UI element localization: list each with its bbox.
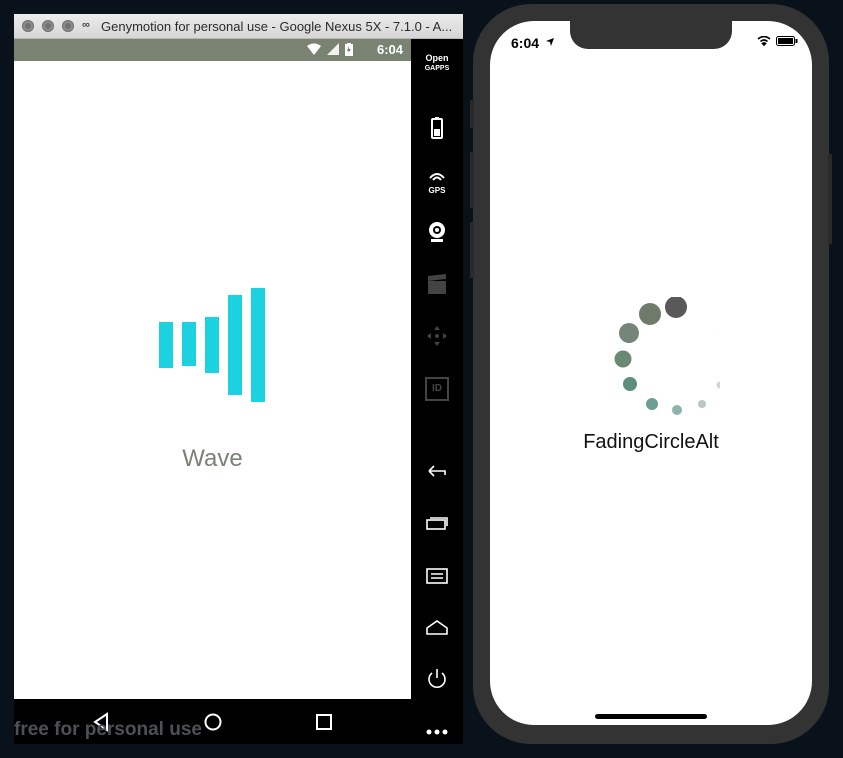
ios-wifi-icon	[757, 36, 771, 46]
genymotion-window: ∞ Genymotion for personal use - Google N…	[14, 14, 463, 744]
device-id-icon: ID	[425, 377, 449, 401]
wave-bar	[182, 322, 196, 366]
wifi-icon	[307, 43, 321, 55]
iphone-simulator: 6:04 FadingCircleAlt	[470, 4, 832, 744]
volume-down-button	[470, 222, 474, 278]
home-button-icon[interactable]	[425, 615, 449, 639]
window-title: Genymotion for personal use - Google Nex…	[101, 19, 453, 34]
menu-icon[interactable]	[425, 564, 449, 588]
spinner-dot	[639, 303, 661, 325]
spinner-dot	[623, 377, 637, 391]
battery-icon	[345, 43, 353, 56]
spinner-dot	[619, 323, 639, 343]
gps-label: GPS	[428, 186, 446, 195]
more-options-icon[interactable]	[425, 720, 449, 744]
spinner-dot	[698, 400, 706, 408]
recents-icon[interactable]	[313, 711, 335, 733]
spinner-name-label: FadingCircleAlt	[583, 431, 719, 453]
volume-up-button	[470, 152, 474, 208]
opengapps-sublabel: GAPPS	[424, 65, 450, 72]
wave-bar	[251, 288, 265, 402]
gps-signal-icon	[429, 173, 445, 181]
power-icon[interactable]	[425, 667, 449, 691]
dpad-icon	[427, 326, 447, 346]
zoom-window-button[interactable]	[62, 20, 74, 32]
genymotion-logo-icon: ∞	[82, 19, 90, 31]
spinner-dot	[665, 297, 687, 318]
spinner-dot	[719, 333, 720, 337]
android-screen: 6:04 Wave	[14, 39, 411, 699]
webcam-icon[interactable]	[425, 220, 449, 244]
screencast-icon	[428, 274, 446, 294]
minimize-window-button[interactable]	[42, 20, 54, 32]
ios-screen: 6:04 FadingCircleAlt	[490, 21, 812, 725]
opengapps-button[interactable]: Open GAPPS	[419, 54, 455, 73]
back-button-icon[interactable]	[425, 459, 449, 483]
spinner-dot	[646, 398, 658, 410]
mute-switch	[470, 100, 474, 128]
spinner-dot	[672, 405, 682, 415]
spinner-dot	[716, 381, 720, 389]
watermark: free for personal use	[14, 719, 202, 740]
gps-widget-button[interactable]: GPS	[425, 169, 449, 197]
notch	[570, 21, 732, 49]
wave-bar	[159, 322, 173, 368]
ios-status-time: 6:04	[511, 35, 540, 51]
cell-signal-icon	[327, 43, 339, 55]
location-arrow-icon	[546, 38, 554, 46]
window-titlebar[interactable]: ∞ Genymotion for personal use - Google N…	[14, 14, 463, 39]
home-icon[interactable]	[202, 711, 224, 733]
wave-spinner	[159, 288, 265, 402]
wave-bar	[228, 295, 242, 395]
recent-apps-icon[interactable]	[425, 511, 449, 535]
ios-battery-icon	[776, 36, 798, 46]
battery-widget-icon[interactable]	[425, 116, 449, 140]
android-status-bar: 6:04	[14, 39, 411, 61]
close-window-button[interactable]	[22, 20, 34, 32]
status-time: 6:04	[376, 42, 403, 57]
genymotion-toolbar: Open GAPPS GPS ID	[411, 39, 463, 744]
spinner-dot	[614, 350, 632, 368]
fading-circle-spinner	[614, 297, 720, 415]
home-indicator[interactable]	[595, 714, 707, 719]
opengapps-label: Open	[425, 53, 449, 63]
side-button	[828, 154, 832, 244]
wave-bar	[205, 317, 219, 373]
spinner-name-label: Wave	[182, 445, 243, 472]
